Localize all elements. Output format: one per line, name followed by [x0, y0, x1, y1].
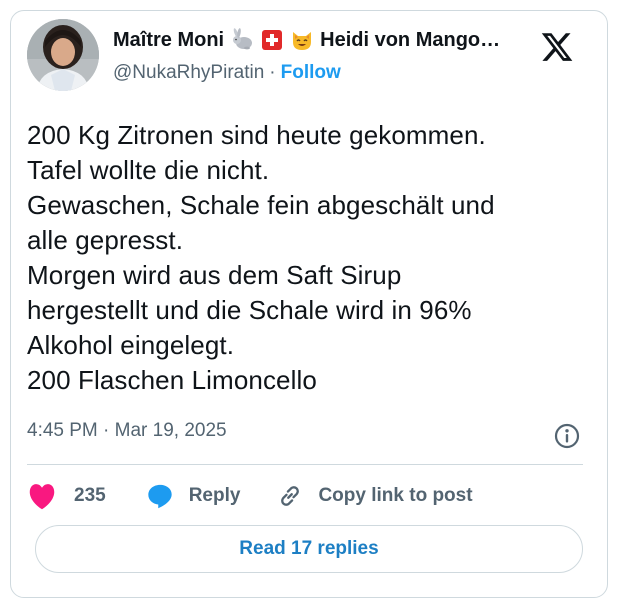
tweet-line: 200 Flaschen Limoncello [27, 365, 317, 395]
tweet-line: hergestellt und die Schale wird in 96% [27, 295, 472, 325]
tweet-line: Tafel wollte die nicht. [27, 155, 270, 185]
smiling-cat-icon [290, 28, 314, 52]
author-display-name[interactable]: Maître Moni [113, 29, 224, 52]
read-replies-button[interactable]: Read 17 replies [35, 525, 583, 573]
action-bar: 235 Reply Copy link to post [27, 480, 473, 512]
author-handle-row: @NukaRhyPiratin · Follow [113, 60, 341, 86]
reply-button[interactable]: Reply [146, 482, 241, 510]
tweet-line: Morgen wird aus dem Saft Sirup [27, 260, 402, 290]
like-count: 235 [74, 485, 106, 506]
like-button[interactable]: 235 [27, 482, 106, 510]
swiss-flag-icon [260, 28, 284, 52]
link-icon [281, 486, 300, 506]
copy-link-label: Copy link to post [318, 485, 473, 506]
divider [27, 464, 583, 465]
author-name-row[interactable]: Maître Moni Heidi von Mango… [113, 25, 500, 55]
copy-link-button[interactable]: Copy link to post [276, 482, 473, 510]
tweet-line: Alkohol eingelegt. [27, 330, 235, 360]
tweet-text: 200 Kg Zitronen sind heute gekommen. Taf… [27, 118, 582, 398]
tweet-line: alle gepresst. [27, 225, 184, 255]
author-display-name-suffix[interactable]: Heidi von Mango… [320, 29, 500, 52]
tweet-timestamp[interactable]: 4:45 PM · Mar 19, 2025 [27, 420, 227, 442]
reply-bubble-icon [148, 484, 172, 509]
reply-label: Reply [188, 485, 241, 506]
x-logo-icon[interactable] [540, 30, 574, 64]
follow-button[interactable]: Follow [281, 62, 341, 84]
tweet-line: 200 Kg Zitronen sind heute gekommen. [27, 120, 486, 150]
tweet-line: Gewaschen, Schale fein abgeschält und [27, 190, 495, 220]
heart-icon [29, 484, 55, 510]
avatar[interactable] [27, 19, 99, 91]
rabbit-icon [230, 28, 254, 52]
author-handle[interactable]: @NukaRhyPiratin [113, 62, 264, 84]
separator-dot: · [269, 62, 276, 83]
info-icon[interactable] [553, 422, 581, 450]
